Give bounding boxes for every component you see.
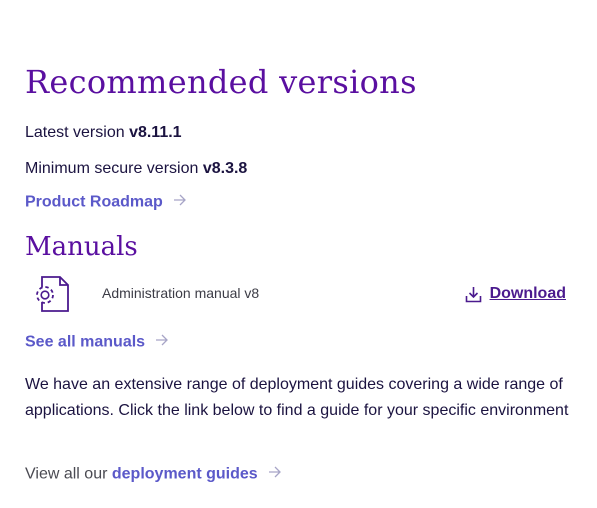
download-icon bbox=[465, 286, 481, 302]
document-gear-icon bbox=[31, 275, 71, 318]
product-roadmap-row: Product Roadmap bbox=[25, 193, 187, 212]
arrow-right-icon bbox=[155, 333, 169, 352]
see-all-manuals-row: See all manuals bbox=[25, 333, 169, 352]
minimum-secure-version-label: Minimum secure version bbox=[25, 160, 199, 177]
manual-item: Administration manual v8 Download bbox=[25, 272, 572, 316]
minimum-secure-version-line: Minimum secure version v8.3.8 bbox=[25, 160, 247, 178]
download-button[interactable]: Download bbox=[465, 285, 566, 303]
latest-version-value: v8.11.1 bbox=[129, 124, 182, 141]
manual-title: Administration manual v8 bbox=[102, 285, 260, 301]
download-label: Download bbox=[489, 285, 566, 302]
latest-version-line: Latest version v8.11.1 bbox=[25, 124, 182, 142]
deployment-guides-link[interactable]: deployment guides bbox=[112, 466, 258, 483]
arrow-right-icon bbox=[268, 465, 282, 484]
deployment-guides-prefix: View all our bbox=[25, 465, 108, 483]
recommended-versions-heading: Recommended versions bbox=[25, 63, 417, 101]
arrow-right-icon bbox=[173, 193, 187, 212]
deployment-guides-paragraph: We have an extensive range of deployment… bbox=[25, 376, 569, 419]
see-all-manuals-link[interactable]: See all manuals bbox=[25, 334, 145, 351]
manuals-heading: Manuals bbox=[25, 232, 138, 262]
minimum-secure-version-value: v8.3.8 bbox=[202, 160, 248, 177]
latest-version-label: Latest version bbox=[25, 124, 125, 141]
deployment-guides-row: View all our deployment guides bbox=[25, 465, 282, 484]
product-roadmap-link[interactable]: Product Roadmap bbox=[25, 194, 163, 211]
